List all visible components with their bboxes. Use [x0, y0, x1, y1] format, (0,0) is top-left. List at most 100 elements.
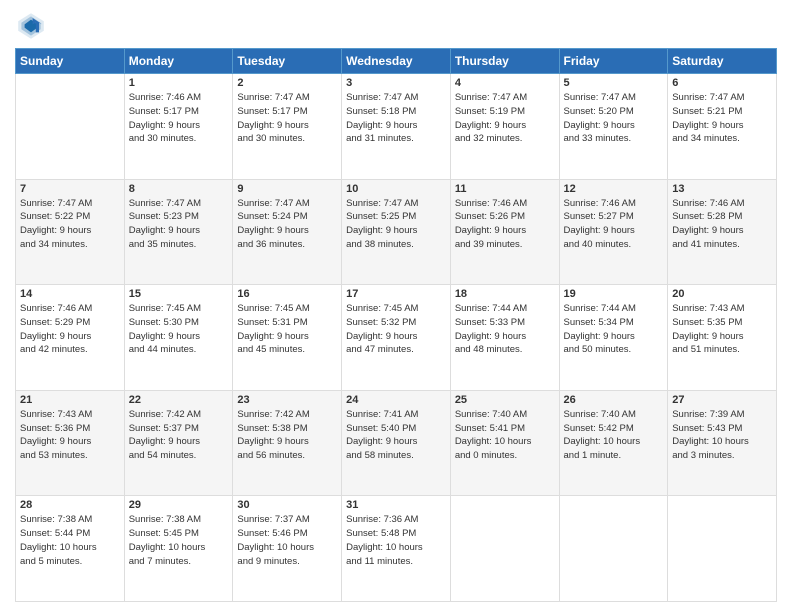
day-number: 5 [564, 77, 664, 89]
calendar-cell: 27 Sunrise: 7:39 AMSunset: 5:43 PMDayligh… [668, 390, 777, 496]
day-number: 27 [672, 394, 772, 406]
day-number: 31 [346, 499, 446, 511]
day-number: 8 [129, 183, 229, 195]
day-number: 1 [129, 77, 229, 89]
day-number: 25 [455, 394, 555, 406]
logo-icon [15, 10, 47, 42]
day-number: 28 [20, 499, 120, 511]
calendar-cell: 6 Sunrise: 7:47 AMSunset: 5:21 PMDaylight… [668, 74, 777, 180]
day-number: 30 [237, 499, 337, 511]
calendar-cell: 30 Sunrise: 7:37 AMSunset: 5:46 PMDayligh… [233, 496, 342, 602]
calendar-cell: 18 Sunrise: 7:44 AMSunset: 5:33 PMDayligh… [450, 285, 559, 391]
day-info: Sunrise: 7:37 AMSunset: 5:46 PMDaylight:… [237, 513, 337, 568]
day-number: 22 [129, 394, 229, 406]
day-info: Sunrise: 7:46 AMSunset: 5:17 PMDaylight:… [129, 91, 229, 146]
day-header-wednesday: Wednesday [342, 49, 451, 74]
day-number: 18 [455, 288, 555, 300]
day-header-saturday: Saturday [668, 49, 777, 74]
day-info: Sunrise: 7:44 AMSunset: 5:33 PMDaylight:… [455, 302, 555, 357]
calendar-cell: 21 Sunrise: 7:43 AMSunset: 5:36 PMDayligh… [16, 390, 125, 496]
calendar-cell: 11Sunrise: 7:46 AMSunset: 5:26 PMDayligh… [450, 179, 559, 285]
day-info: Sunrise: 7:39 AMSunset: 5:43 PMDaylight:… [672, 408, 772, 463]
day-info: Sunrise: 7:47 AMSunset: 5:17 PMDaylight:… [237, 91, 337, 146]
day-info: Sunrise: 7:47 AMSunset: 5:22 PMDaylight:… [20, 197, 120, 252]
calendar-cell: 15Sunrise: 7:45 AMSunset: 5:30 PMDayligh… [124, 285, 233, 391]
day-info: Sunrise: 7:40 AMSunset: 5:42 PMDaylight:… [564, 408, 664, 463]
calendar-cell [450, 496, 559, 602]
day-number: 23 [237, 394, 337, 406]
day-number: 29 [129, 499, 229, 511]
day-info: Sunrise: 7:41 AMSunset: 5:40 PMDaylight:… [346, 408, 446, 463]
day-header-sunday: Sunday [16, 49, 125, 74]
header [15, 10, 777, 42]
day-info: Sunrise: 7:46 AMSunset: 5:29 PMDaylight:… [20, 302, 120, 357]
day-number: 15 [129, 288, 229, 300]
day-header-tuesday: Tuesday [233, 49, 342, 74]
calendar-cell: 8 Sunrise: 7:47 AMSunset: 5:23 PMDaylight… [124, 179, 233, 285]
calendar-cell: 5 Sunrise: 7:47 AMSunset: 5:20 PMDaylight… [559, 74, 668, 180]
day-number: 26 [564, 394, 664, 406]
day-info: Sunrise: 7:42 AMSunset: 5:37 PMDaylight:… [129, 408, 229, 463]
day-number: 12 [564, 183, 664, 195]
day-number: 10 [346, 183, 446, 195]
day-info: Sunrise: 7:38 AMSunset: 5:44 PMDaylight:… [20, 513, 120, 568]
day-number: 13 [672, 183, 772, 195]
day-info: Sunrise: 7:45 AMSunset: 5:32 PMDaylight:… [346, 302, 446, 357]
day-number: 11 [455, 183, 555, 195]
calendar-cell: 10 Sunrise: 7:47 AMSunset: 5:25 PMDayligh… [342, 179, 451, 285]
day-number: 2 [237, 77, 337, 89]
day-info: Sunrise: 7:43 AMSunset: 5:35 PMDaylight:… [672, 302, 772, 357]
calendar-cell: 31Sunrise: 7:36 AMSunset: 5:48 PMDayligh… [342, 496, 451, 602]
day-info: Sunrise: 7:43 AMSunset: 5:36 PMDaylight:… [20, 408, 120, 463]
day-info: Sunrise: 7:38 AMSunset: 5:45 PMDaylight:… [129, 513, 229, 568]
day-number: 16 [237, 288, 337, 300]
calendar-week-0: 1 Sunrise: 7:46 AMSunset: 5:17 PMDaylight… [16, 74, 777, 180]
logo [15, 10, 51, 42]
calendar-cell [559, 496, 668, 602]
day-number: 6 [672, 77, 772, 89]
day-info: Sunrise: 7:47 AMSunset: 5:18 PMDaylight:… [346, 91, 446, 146]
page: SundayMondayTuesdayWednesdayThursdayFrid… [0, 0, 792, 612]
day-info: Sunrise: 7:44 AMSunset: 5:34 PMDaylight:… [564, 302, 664, 357]
calendar-cell: 14 Sunrise: 7:46 AMSunset: 5:29 PMDayligh… [16, 285, 125, 391]
day-number: 9 [237, 183, 337, 195]
calendar-table: SundayMondayTuesdayWednesdayThursdayFrid… [15, 48, 777, 602]
calendar-cell: 26 Sunrise: 7:40 AMSunset: 5:42 PMDayligh… [559, 390, 668, 496]
day-info: Sunrise: 7:47 AMSunset: 5:24 PMDaylight:… [237, 197, 337, 252]
calendar-cell [16, 74, 125, 180]
calendar-cell: 23Sunrise: 7:42 AMSunset: 5:38 PMDayligh… [233, 390, 342, 496]
calendar-cell: 3Sunrise: 7:47 AMSunset: 5:18 PMDaylight… [342, 74, 451, 180]
day-info: Sunrise: 7:47 AMSunset: 5:21 PMDaylight:… [672, 91, 772, 146]
day-number: 4 [455, 77, 555, 89]
calendar-cell: 1 Sunrise: 7:46 AMSunset: 5:17 PMDaylight… [124, 74, 233, 180]
calendar-cell: 28 Sunrise: 7:38 AMSunset: 5:44 PMDayligh… [16, 496, 125, 602]
calendar-cell: 20Sunrise: 7:43 AMSunset: 5:35 PMDayligh… [668, 285, 777, 391]
calendar-cell: 7 Sunrise: 7:47 AMSunset: 5:22 PMDaylight… [16, 179, 125, 285]
calendar-week-3: 21 Sunrise: 7:43 AMSunset: 5:36 PMDayligh… [16, 390, 777, 496]
calendar-week-1: 7 Sunrise: 7:47 AMSunset: 5:22 PMDaylight… [16, 179, 777, 285]
day-number: 14 [20, 288, 120, 300]
day-number: 7 [20, 183, 120, 195]
calendar-week-2: 14 Sunrise: 7:46 AMSunset: 5:29 PMDayligh… [16, 285, 777, 391]
calendar-week-4: 28 Sunrise: 7:38 AMSunset: 5:44 PMDayligh… [16, 496, 777, 602]
day-number: 17 [346, 288, 446, 300]
day-info: Sunrise: 7:47 AMSunset: 5:20 PMDaylight:… [564, 91, 664, 146]
calendar-cell: 16 Sunrise: 7:45 AMSunset: 5:31 PMDayligh… [233, 285, 342, 391]
day-header-thursday: Thursday [450, 49, 559, 74]
calendar-cell: 24Sunrise: 7:41 AMSunset: 5:40 PMDayligh… [342, 390, 451, 496]
day-info: Sunrise: 7:47 AMSunset: 5:19 PMDaylight:… [455, 91, 555, 146]
day-info: Sunrise: 7:46 AMSunset: 5:27 PMDaylight:… [564, 197, 664, 252]
day-header-monday: Monday [124, 49, 233, 74]
day-number: 19 [564, 288, 664, 300]
day-number: 21 [20, 394, 120, 406]
calendar-cell: 29 Sunrise: 7:38 AMSunset: 5:45 PMDayligh… [124, 496, 233, 602]
calendar-cell: 25Sunrise: 7:40 AMSunset: 5:41 PMDayligh… [450, 390, 559, 496]
calendar-cell: 4 Sunrise: 7:47 AMSunset: 5:19 PMDaylight… [450, 74, 559, 180]
calendar-cell: 13 Sunrise: 7:46 AMSunset: 5:28 PMDayligh… [668, 179, 777, 285]
day-info: Sunrise: 7:47 AMSunset: 5:25 PMDaylight:… [346, 197, 446, 252]
day-info: Sunrise: 7:47 AMSunset: 5:23 PMDaylight:… [129, 197, 229, 252]
day-info: Sunrise: 7:45 AMSunset: 5:31 PMDaylight:… [237, 302, 337, 357]
calendar-cell: 9 Sunrise: 7:47 AMSunset: 5:24 PMDaylight… [233, 179, 342, 285]
calendar-cell: 12 Sunrise: 7:46 AMSunset: 5:27 PMDayligh… [559, 179, 668, 285]
day-info: Sunrise: 7:46 AMSunset: 5:28 PMDaylight:… [672, 197, 772, 252]
